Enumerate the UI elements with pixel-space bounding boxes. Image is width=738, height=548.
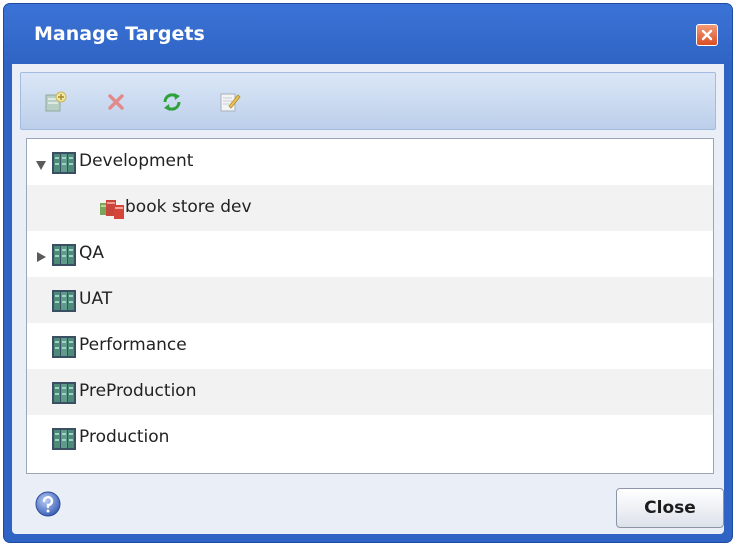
tree-item-label: Performance	[79, 335, 187, 355]
tree-item-label: QA	[79, 243, 105, 263]
tree-item-label: UAT	[79, 289, 113, 309]
tree-item-uat[interactable]: UAT	[27, 277, 713, 323]
tree-item-production[interactable]: Production	[27, 415, 713, 461]
close-button[interactable]: Close	[616, 488, 724, 528]
tree-item-development[interactable]: Development	[27, 139, 713, 185]
help-icon[interactable]	[34, 490, 62, 518]
tree-item-book-store-dev[interactable]: book store dev	[27, 185, 713, 231]
server-group-icon	[51, 242, 77, 268]
dialog-body: Development book store dev QA UAT Perfor…	[12, 64, 724, 534]
close-icon[interactable]	[696, 24, 718, 46]
tree-item-performance[interactable]: Performance	[27, 323, 713, 369]
dialog-title: Manage Targets	[34, 23, 205, 45]
target-icon	[99, 196, 125, 222]
tree-item-qa[interactable]: QA	[27, 231, 713, 277]
server-group-icon	[51, 334, 77, 360]
title-bar[interactable]: Manage Targets	[4, 4, 732, 64]
tree-item-label: book store dev	[125, 197, 252, 217]
tree-item-label: PreProduction	[79, 381, 197, 401]
targets-tree: Development book store dev QA UAT Perfor…	[26, 138, 714, 474]
delete-icon[interactable]	[101, 87, 131, 117]
tree-item-preproduction[interactable]: PreProduction	[27, 369, 713, 415]
tree-item-label: Development	[79, 151, 194, 171]
refresh-icon[interactable]	[157, 87, 187, 117]
tree-item-label: Production	[79, 427, 170, 447]
toolbar	[20, 72, 716, 130]
server-group-icon	[51, 150, 77, 176]
add-target-icon[interactable]	[41, 87, 71, 117]
server-group-icon	[51, 288, 77, 314]
manage-targets-dialog: Manage Targets Development book store de…	[4, 4, 732, 542]
server-group-icon	[51, 380, 77, 406]
server-group-icon	[51, 426, 77, 452]
collapse-arrow-icon[interactable]	[35, 248, 47, 262]
expand-arrow-icon[interactable]	[35, 156, 47, 170]
edit-icon[interactable]	[215, 87, 245, 117]
